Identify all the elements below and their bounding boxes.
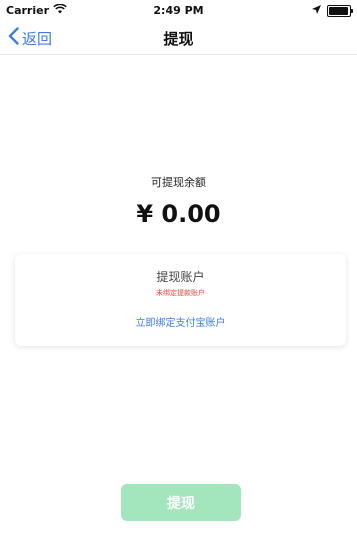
status-bar: Carrier 2:49 PM	[0, 0, 357, 20]
bind-alipay-link[interactable]: 立即绑定支付宝账户	[15, 314, 346, 329]
page-title: 提现	[163, 30, 194, 48]
account-card-title: 提现账户	[156, 270, 205, 284]
unbound-account-warning: 未绑定提款账户	[156, 289, 205, 297]
withdraw-account-card: 提现账户 未绑定提款账户 立即绑定支付宝账户	[15, 254, 346, 346]
balance-label: 可提现余额	[151, 176, 206, 189]
status-time: 2:49 PM	[153, 4, 204, 17]
status-right	[312, 4, 353, 17]
location-arrow-icon	[312, 4, 321, 17]
navigation-bar: 返回 提现	[0, 20, 357, 55]
balance-amount: ¥ 0.00	[136, 200, 221, 228]
withdraw-button[interactable]: 提现	[121, 484, 241, 521]
battery-icon	[327, 4, 353, 17]
